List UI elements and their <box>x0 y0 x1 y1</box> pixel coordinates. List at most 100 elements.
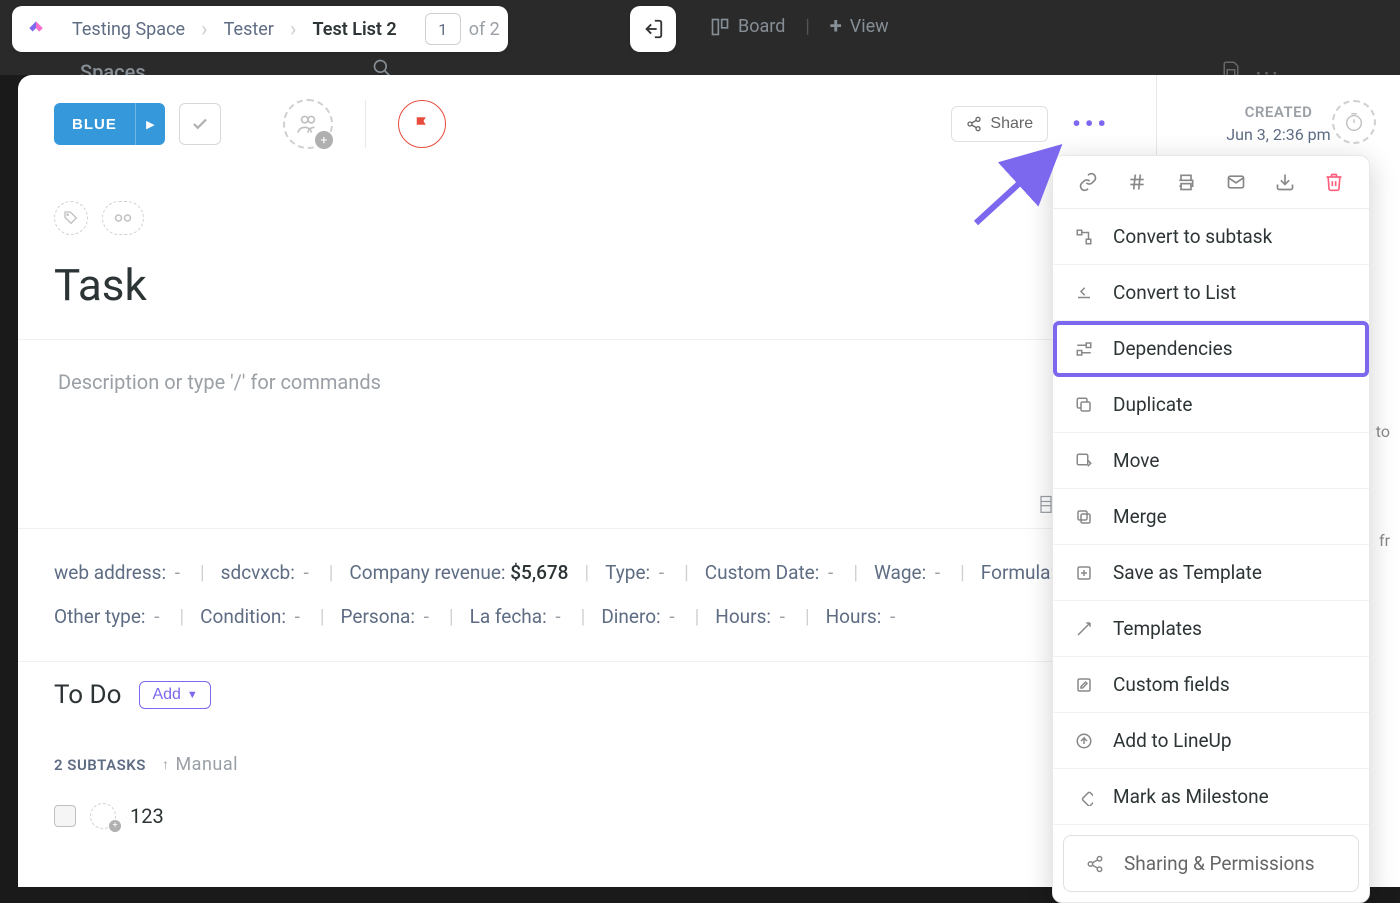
share-icon <box>1084 855 1106 873</box>
breadcrumb-space[interactable]: Testing Space <box>56 19 201 40</box>
field-value[interactable]: - <box>551 599 561 635</box>
printer-icon[interactable] <box>1176 172 1196 192</box>
divider: | <box>320 599 325 635</box>
subtask-name[interactable]: 123 <box>130 804 164 828</box>
share-icon <box>966 116 982 132</box>
field-value[interactable]: - <box>654 555 664 591</box>
divider: | <box>449 599 454 635</box>
trash-icon[interactable] <box>1324 172 1344 192</box>
divider: | <box>684 555 689 591</box>
background-view-switcher: Board | + View <box>710 14 889 39</box>
status-button[interactable]: BLUE ▶ <box>54 103 165 145</box>
field-label: Type: <box>605 555 650 591</box>
complete-button[interactable] <box>179 103 221 145</box>
field-label: web address: <box>54 555 166 591</box>
divider: | <box>584 555 589 591</box>
time-tracker-button[interactable] <box>1332 100 1376 144</box>
subtask-count: 2 SUBTASKS <box>54 756 146 774</box>
board-view[interactable]: Board <box>710 16 785 37</box>
field-label: sdcvxcb: <box>221 555 295 591</box>
menu-custom-fields[interactable]: Custom fields <box>1053 657 1369 713</box>
assignees-button[interactable]: + <box>283 99 333 149</box>
sort-button[interactable]: ↑Manual <box>162 754 238 775</box>
board-icon <box>710 17 730 37</box>
save-template-icon <box>1073 564 1095 582</box>
field-value[interactable]: - <box>170 555 180 591</box>
field-value[interactable]: - <box>150 599 160 635</box>
divider: | <box>853 555 858 591</box>
description-field[interactable]: Description or type '/' for commands <box>18 340 1156 494</box>
menu-convert-subtask[interactable]: Convert to subtask <box>1053 209 1369 265</box>
add-tag-button[interactable] <box>54 201 88 235</box>
todo-title: To Do <box>54 680 121 710</box>
menu-duplicate[interactable]: Duplicate <box>1053 377 1369 433</box>
milestone-icon <box>1073 788 1095 806</box>
field-label: Hours: <box>715 599 771 635</box>
divider: | <box>329 555 334 591</box>
todo-header: To Do Add▼ All M <box>18 661 1156 728</box>
link-icon[interactable] <box>1078 172 1098 192</box>
divider: | <box>960 555 965 591</box>
menu-sharing[interactable]: Sharing & Permissions <box>1063 835 1359 892</box>
field-label: Condition: <box>200 599 286 635</box>
field-value[interactable]: - <box>930 555 940 591</box>
field-label: La fecha: <box>470 599 547 635</box>
merge-icon <box>1073 508 1095 526</box>
field-value[interactable]: - <box>299 555 309 591</box>
field-value[interactable]: $5,678 <box>506 555 569 591</box>
app-logo-icon[interactable] <box>24 17 48 41</box>
chevron-icon: › <box>290 17 297 42</box>
field-label: Wage: <box>874 555 926 591</box>
field-value[interactable]: - <box>665 599 675 635</box>
field-label: Other type: <box>54 599 146 635</box>
subtask-assign[interactable] <box>90 803 116 829</box>
subtask-checkbox[interactable] <box>54 805 76 827</box>
field-value[interactable]: - <box>419 599 429 635</box>
exit-button[interactable] <box>630 6 676 52</box>
field-label: Company revenue: <box>349 555 505 591</box>
field-value[interactable]: - <box>823 555 833 591</box>
plus-icon: + <box>315 131 333 149</box>
mail-icon[interactable] <box>1226 172 1246 192</box>
page-total: of 2 <box>469 19 500 40</box>
menu-save-template[interactable]: Save as Template <box>1053 545 1369 601</box>
menu-milestone[interactable]: Mark as Milestone <box>1053 769 1369 825</box>
share-button[interactable]: Share <box>951 106 1048 142</box>
duplicate-icon <box>1073 396 1095 414</box>
more-menu-button[interactable]: ••• <box>1072 110 1110 138</box>
field-value[interactable]: - <box>885 599 895 635</box>
task-title[interactable]: Task <box>18 235 1156 339</box>
breadcrumb-folder[interactable]: Tester <box>208 19 290 40</box>
add-view[interactable]: + View <box>830 14 889 39</box>
menu-dependencies[interactable]: Dependencies <box>1053 321 1369 377</box>
add-subtask-button[interactable]: Add▼ <box>139 681 210 709</box>
field-label: Custom Date: <box>705 555 820 591</box>
menu-move[interactable]: Move <box>1053 433 1369 489</box>
hash-icon[interactable] <box>1127 172 1147 192</box>
field-label: Hours: <box>826 599 882 635</box>
caret-right-icon[interactable]: ▶ <box>135 103 165 145</box>
field-value[interactable]: - <box>775 599 785 635</box>
page-number[interactable]: 1 <box>425 13 461 45</box>
add-relation-button[interactable] <box>102 201 144 235</box>
menu-templates[interactable]: Templates <box>1053 601 1369 657</box>
list-icon <box>1073 284 1095 302</box>
field-label: Formula: <box>981 555 1055 591</box>
task-more-dropdown: Convert to subtask Convert to List Depen… <box>1052 155 1370 903</box>
wand-icon <box>1073 620 1095 638</box>
lineup-icon <box>1073 732 1095 750</box>
menu-merge[interactable]: Merge <box>1053 489 1369 545</box>
divider: | <box>581 599 586 635</box>
subtask-row[interactable]: 123 <box>18 793 1156 839</box>
archive-icon[interactable] <box>1275 172 1295 192</box>
priority-flag-button[interactable] <box>398 100 446 148</box>
breadcrumb-list[interactable]: Test List 2 <box>297 19 413 40</box>
edit-icon <box>1073 676 1095 694</box>
field-value[interactable]: - <box>290 599 300 635</box>
menu-convert-list[interactable]: Convert to List <box>1053 265 1369 321</box>
task-toolbar: BLUE ▶ + Share ••• <box>18 75 1156 173</box>
subtask-icon <box>1073 228 1095 246</box>
divider: | <box>180 599 185 635</box>
menu-lineup[interactable]: Add to LineUp <box>1053 713 1369 769</box>
field-label: Dinero: <box>601 599 660 635</box>
